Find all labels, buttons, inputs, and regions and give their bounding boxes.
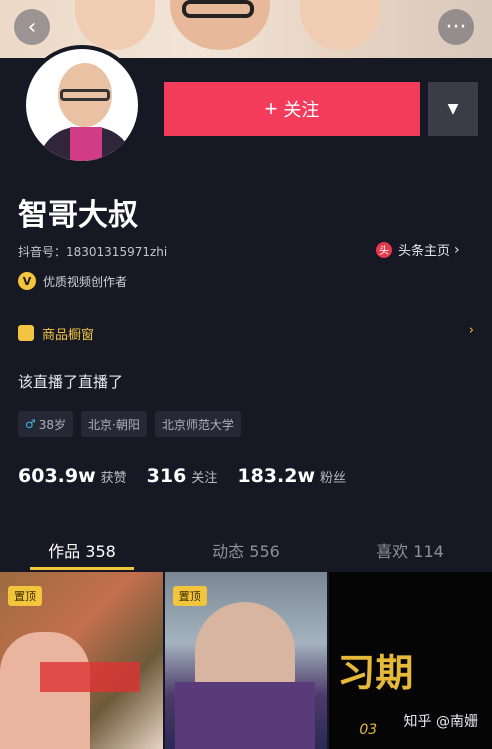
tab-likes[interactable]: 喜欢 114 bbox=[328, 530, 492, 570]
follow-button[interactable]: + 关注 bbox=[164, 82, 420, 136]
window-label: 商品橱窗 bbox=[42, 327, 95, 343]
watermark: 知乎 @南姗 bbox=[403, 714, 478, 730]
tab-dynamics[interactable]: 动态 556 bbox=[164, 530, 328, 570]
tab-works[interactable]: 作品 358 bbox=[0, 530, 164, 570]
cover-hand-left bbox=[75, 0, 155, 50]
toutiao-homepage-link[interactable]: 头 头条主页 › bbox=[376, 240, 460, 259]
male-icon: ♂ bbox=[25, 417, 36, 431]
stat-following[interactable]: 316 关注 bbox=[147, 465, 218, 487]
creator-label: 优质视频创作者 bbox=[43, 274, 128, 289]
tag-location: 北京·朝阳 bbox=[81, 411, 147, 437]
product-window-link[interactable]: 商品橱窗 › bbox=[18, 320, 478, 346]
douyin-id: 抖音号：18301315971zhi bbox=[18, 245, 168, 259]
cover-glasses bbox=[182, 0, 254, 18]
chevron-right-icon: › bbox=[454, 241, 460, 258]
toutiao-icon: 头 bbox=[376, 241, 392, 258]
back-button[interactable]: ‹ bbox=[14, 9, 50, 45]
more-button[interactable]: ··· bbox=[438, 9, 474, 45]
avatar[interactable] bbox=[22, 45, 142, 165]
chevron-left-icon: ‹ bbox=[27, 14, 37, 40]
thumbnail-title: 习期 bbox=[337, 651, 414, 695]
tag-school: 北京师范大学 bbox=[154, 411, 241, 437]
profile-tags: ♂ 38岁 北京·朝阳 北京师范大学 bbox=[18, 411, 241, 437]
profile-stats: 603.9w 获赞 316 关注 183.2w 粉丝 bbox=[18, 465, 366, 487]
plus-icon: + bbox=[264, 96, 278, 121]
tag-age: ♂ 38岁 bbox=[18, 411, 74, 437]
signature: 该直播了直播了 bbox=[18, 373, 124, 391]
profile-tabs: 作品 358 动态 556 喜欢 114 bbox=[0, 530, 492, 570]
video-thumbnail[interactable]: 置顶 bbox=[164, 572, 328, 749]
stat-followers[interactable]: 183.2w 粉丝 bbox=[237, 465, 346, 487]
creator-badge: V 优质视频创作者 bbox=[18, 272, 127, 290]
more-dots-icon: ··· bbox=[445, 14, 467, 40]
follow-label: 关注 bbox=[283, 100, 320, 120]
chevron-right-icon: › bbox=[468, 323, 474, 338]
triangle-down-icon: ▼ bbox=[447, 101, 459, 117]
pinned-badge: 置顶 bbox=[8, 586, 42, 606]
profile-name: 智哥大叔 bbox=[18, 198, 138, 233]
toutiao-label: 头条主页 bbox=[398, 244, 451, 259]
thumbnail-subtitle: 03 bbox=[359, 722, 378, 738]
video-thumbnail[interactable]: 置顶 bbox=[0, 572, 163, 749]
verified-icon: V bbox=[18, 272, 36, 290]
shop-icon bbox=[18, 325, 34, 341]
follow-dropdown-button[interactable]: ▼ bbox=[428, 82, 478, 136]
stat-likes: 603.9w 获赞 bbox=[18, 465, 127, 487]
pinned-badge: 置顶 bbox=[172, 586, 207, 606]
cover-hand-right bbox=[300, 0, 380, 50]
